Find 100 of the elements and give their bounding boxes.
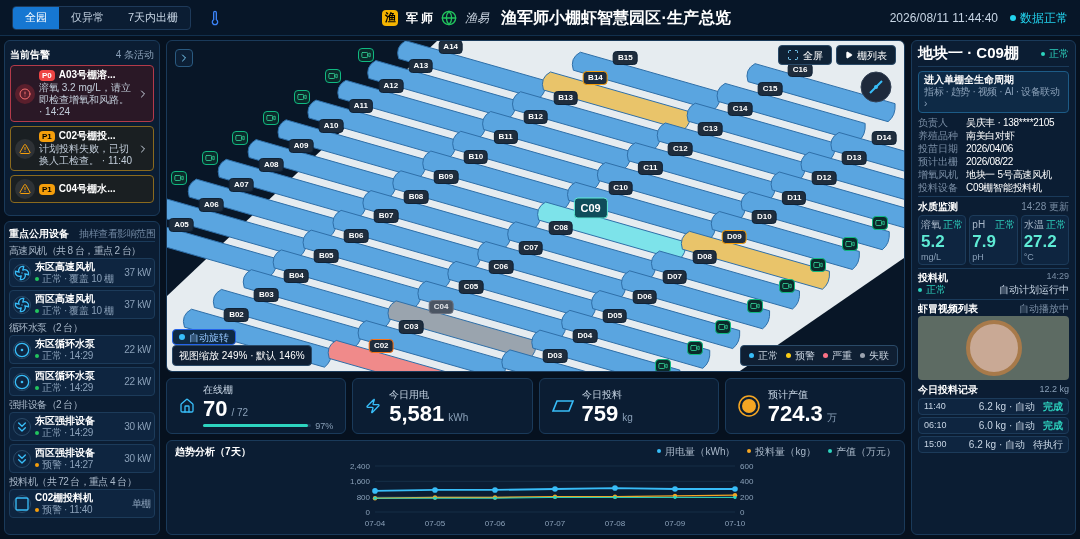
- equipment-name: 东区循环水泵: [35, 337, 96, 350]
- camera-icon: [875, 218, 885, 228]
- greenhouse-label[interactable]: D04: [572, 329, 598, 344]
- greenhouse-label[interactable]: D09: [722, 230, 747, 245]
- info-label: 增氧风机: [918, 168, 959, 182]
- filter-tab[interactable]: 仅异常: [59, 6, 116, 29]
- camera-marker[interactable]: [687, 341, 703, 355]
- greenhouse-label[interactable]: C05: [458, 280, 484, 295]
- equipment-value: 30 kW: [124, 420, 151, 434]
- camera-marker[interactable]: [202, 151, 218, 165]
- equipment-card[interactable]: 西区强排设备 预警 · 14:27 30 kW: [9, 444, 155, 473]
- camera-marker[interactable]: [171, 171, 187, 185]
- equipment-card[interactable]: 东区循环水泵 正常 · 14:29 22 kW: [9, 335, 155, 364]
- legend-label: 失联: [869, 349, 889, 363]
- stat-unit: / 72: [231, 405, 249, 420]
- camera-marker[interactable]: [655, 359, 671, 371]
- camera-marker[interactable]: [358, 48, 374, 62]
- lifecycle-card[interactable]: 进入单棚全生命周期 指标 · 趋势 · 视频 · AI · 设备联动 ›: [918, 71, 1069, 113]
- greenhouse-label[interactable]: B10: [463, 150, 489, 165]
- camera-icon: [845, 239, 855, 249]
- greenhouse-label[interactable]: D08: [692, 250, 717, 264]
- alert-card[interactable]: P1 C02号棚投... 计划投料失败，已切换人工检查。 · 11:40: [10, 126, 154, 171]
- camera-marker[interactable]: [779, 279, 795, 293]
- info-label: 负责人: [918, 116, 949, 130]
- greenhouse-label[interactable]: D10: [752, 210, 777, 225]
- auto-rotate-toggle[interactable]: 自动旋转: [172, 329, 236, 345]
- expand-button[interactable]: [175, 49, 193, 67]
- camera-marker[interactable]: [715, 320, 731, 334]
- metric-status: 正常: [943, 218, 964, 232]
- greenhouse-label[interactable]: B15: [613, 51, 638, 66]
- greenhouse-label[interactable]: D13: [841, 151, 867, 166]
- greenhouse-label[interactable]: A13: [408, 59, 434, 74]
- equipment-status: 正常 · 覆盖 10 棚: [42, 304, 114, 317]
- equipment-card[interactable]: 东区高速风机 正常 · 覆盖 10 棚 37 kW: [9, 258, 155, 287]
- metric-status: 正常: [994, 218, 1015, 232]
- greenhouse-label[interactable]: A12: [378, 79, 404, 94]
- page-title: 渔军师小棚虾智慧园区·生产总览: [501, 7, 731, 28]
- greenhouse-label[interactable]: C11: [638, 161, 663, 176]
- axis-tick-label: 07-07: [544, 519, 566, 528]
- camera-marker[interactable]: [842, 237, 858, 251]
- camera-icon: [361, 50, 371, 60]
- greenhouse-label[interactable]: C06: [488, 260, 514, 275]
- panel-hint: 抽样查看影响范围: [79, 226, 155, 241]
- greenhouse-label[interactable]: C02: [368, 339, 394, 354]
- greenhouse-label[interactable]: B03: [254, 288, 279, 303]
- filter-tab[interactable]: 全园: [13, 6, 59, 29]
- greenhouse-label[interactable]: C14: [727, 102, 753, 117]
- panel-title: 重点公用设备: [9, 226, 69, 241]
- coin-icon: [737, 395, 760, 417]
- greenhouse-label[interactable]: D05: [602, 309, 628, 324]
- greenhouse-label[interactable]: B11: [493, 130, 518, 145]
- filter-tab[interactable]: 7天内出栅: [116, 6, 191, 29]
- greenhouse-label[interactable]: A11: [348, 99, 374, 114]
- zoom-level-text: 视图缩放 249% · 默认 146%: [172, 345, 312, 366]
- axis-tick-label: 200: [740, 492, 754, 502]
- greenhouse-label[interactable]: D14: [871, 131, 897, 146]
- greenhouse-list-button[interactable]: 棚列表: [836, 45, 896, 65]
- camera-icon: [297, 92, 307, 102]
- greenhouse-label[interactable]: A08: [258, 158, 284, 173]
- record-state: 完成: [1043, 400, 1063, 414]
- greenhouse-label[interactable]: C10: [608, 181, 633, 196]
- fullscreen-icon: [787, 49, 799, 61]
- greenhouse-label[interactable]: B07: [373, 209, 399, 224]
- fullscreen-button[interactable]: 全屏: [778, 45, 832, 65]
- alert-title: A03号棚溶...: [58, 69, 116, 81]
- equipment-card[interactable]: 西区循环水泵 正常 · 14:29 22 kW: [9, 367, 155, 396]
- video-placeholder[interactable]: [918, 316, 1069, 380]
- camera-marker[interactable]: [294, 90, 310, 104]
- camera-marker[interactable]: [232, 131, 248, 145]
- alert-card[interactable]: P0 A03号棚溶... 溶氧 3.2 mg/L，请立即检查增氧和风路。 · 14:24: [10, 65, 154, 122]
- stat-unit: kg: [622, 410, 633, 425]
- camera-marker[interactable]: [747, 299, 763, 313]
- camera-icon: [658, 361, 668, 371]
- greenhouse-label[interactable]: A14: [438, 41, 464, 54]
- camera-marker[interactable]: [325, 69, 341, 83]
- equipment-value: 30 kW: [124, 452, 151, 466]
- camera-marker[interactable]: [810, 258, 826, 272]
- greenhouse-label[interactable]: C15: [757, 82, 783, 97]
- greenhouse-label[interactable]: C09: [573, 197, 608, 219]
- info-label: 养殖品种: [918, 129, 959, 143]
- house-icon: [179, 398, 195, 414]
- axis-tick-label: 07-09: [664, 519, 686, 528]
- axis-tick-label: 2,400: [349, 462, 370, 471]
- feeder-note: 自动计划运行中: [999, 283, 1069, 297]
- axis-tick-label: 0: [740, 508, 745, 517]
- equipment-card[interactable]: 东区强排设备 正常 · 14:29 30 kW: [9, 412, 155, 441]
- alert-card[interactable]: P1 C04号棚水...: [10, 175, 154, 203]
- greenhouse-label[interactable]: B02: [224, 308, 249, 323]
- progress-percent: 97%: [315, 420, 334, 431]
- greenhouse-label[interactable]: B12: [523, 110, 548, 125]
- info-value: C09棚智能投料机: [966, 181, 1042, 195]
- record-amount: 6.2 kg · 自动: [977, 400, 1036, 414]
- camera-marker[interactable]: [872, 216, 888, 230]
- equipment-card[interactable]: 西区高速风机 正常 · 覆盖 10 棚 37 kW: [9, 290, 155, 319]
- greenhouse-label[interactable]: B06: [343, 229, 369, 244]
- greenhouse-label[interactable]: A07: [228, 178, 254, 193]
- equipment-card[interactable]: C02棚投料机 预警 · 11:40 单棚: [9, 489, 155, 518]
- equipment-name: 西区循环水泵: [35, 369, 96, 382]
- camera-marker[interactable]: [263, 111, 279, 125]
- equipment-value: 22 kW: [124, 375, 151, 389]
